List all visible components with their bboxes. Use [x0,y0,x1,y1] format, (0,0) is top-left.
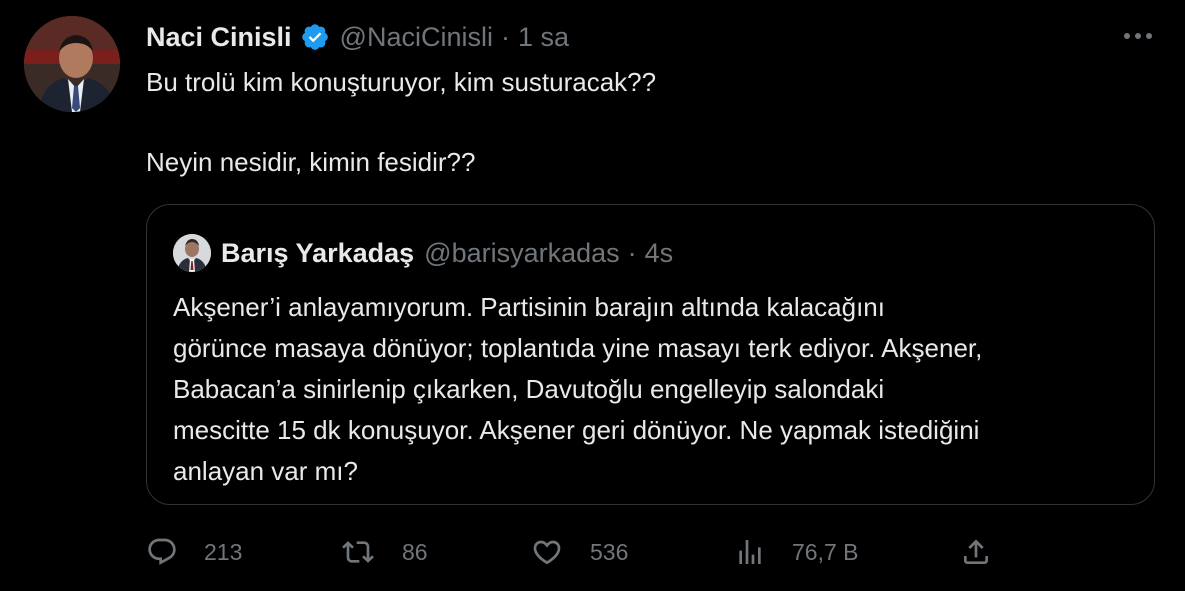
separator-dot: · [500,21,510,52]
quoted-text-line: anlayan var mı? [173,456,358,486]
tweet-text: Bu trolü kim konuşturuyor, kim susturaca… [146,62,1146,182]
views-icon [739,540,761,564]
action-bar: 213 86 536 76,7 B [146,532,1006,572]
quoted-tweet-header: Barış Yarkadaş @barisyarkadas · 4s [173,233,673,273]
separator-dot: · [627,237,637,268]
more-options-button[interactable] [1118,23,1158,49]
reply-count: 213 [204,538,243,565]
like-count: 536 [590,538,629,565]
tweet-header: Naci Cinisli @NaciCinisli · 1 sa [146,20,569,54]
quoted-author-avatar [173,234,211,272]
quoted-tweet[interactable]: Barış Yarkadaş @barisyarkadas · 4s Akşen… [146,204,1155,505]
author-handle[interactable]: @NaciCinisli [340,22,493,53]
views-count: 76,7 B [792,538,859,565]
tweet: Naci Cinisli @NaciCinisli · 1 sa Bu trol… [0,0,1185,591]
quoted-tweet-timestamp: 4s [644,237,674,268]
quoted-author-handle: @barisyarkadas [424,237,620,268]
heart-icon [533,540,561,565]
share-button[interactable] [960,532,992,572]
avatar-photo [24,16,120,112]
quoted-text-line: mescitte 15 dk konuşuyor. Akşener geri d… [173,415,980,445]
quoted-tweet-text: Akşener’i anlayamıyorum. Partisinin bara… [173,287,1143,492]
tweet-text-line: Bu trolü kim konuşturuyor, kim susturaca… [146,67,657,97]
like-button[interactable]: 536 [530,532,628,572]
tweet-timestamp[interactable]: 1 sa [518,22,569,53]
author-display-name[interactable]: Naci Cinisli [146,22,292,53]
author-avatar[interactable] [24,16,120,112]
quoted-text-line: Akşener’i anlayamıyorum. Partisinin bara… [173,292,885,322]
tweet-text-line: Neyin nesidir, kimin fesidir?? [146,147,476,177]
retweet-count: 86 [402,538,428,565]
quoted-author-display-name: Barış Yarkadaş [221,237,415,268]
more-dots-icon [1124,33,1152,39]
views-button[interactable]: 76,7 B [734,532,859,572]
share-icon [964,539,988,564]
reply-icon [148,538,176,565]
quoted-text-line: Babacan’a sinirlenip çıkarken, Davutoğlu… [173,374,885,404]
retweet-icon [342,541,374,563]
retweet-button[interactable]: 86 [340,532,428,572]
verified-badge-icon [300,22,330,52]
reply-button[interactable]: 213 [146,532,242,572]
avatar-photo [173,234,211,272]
quoted-text-line: görünce masaya dönüyor; toplantıda yine … [173,333,983,363]
